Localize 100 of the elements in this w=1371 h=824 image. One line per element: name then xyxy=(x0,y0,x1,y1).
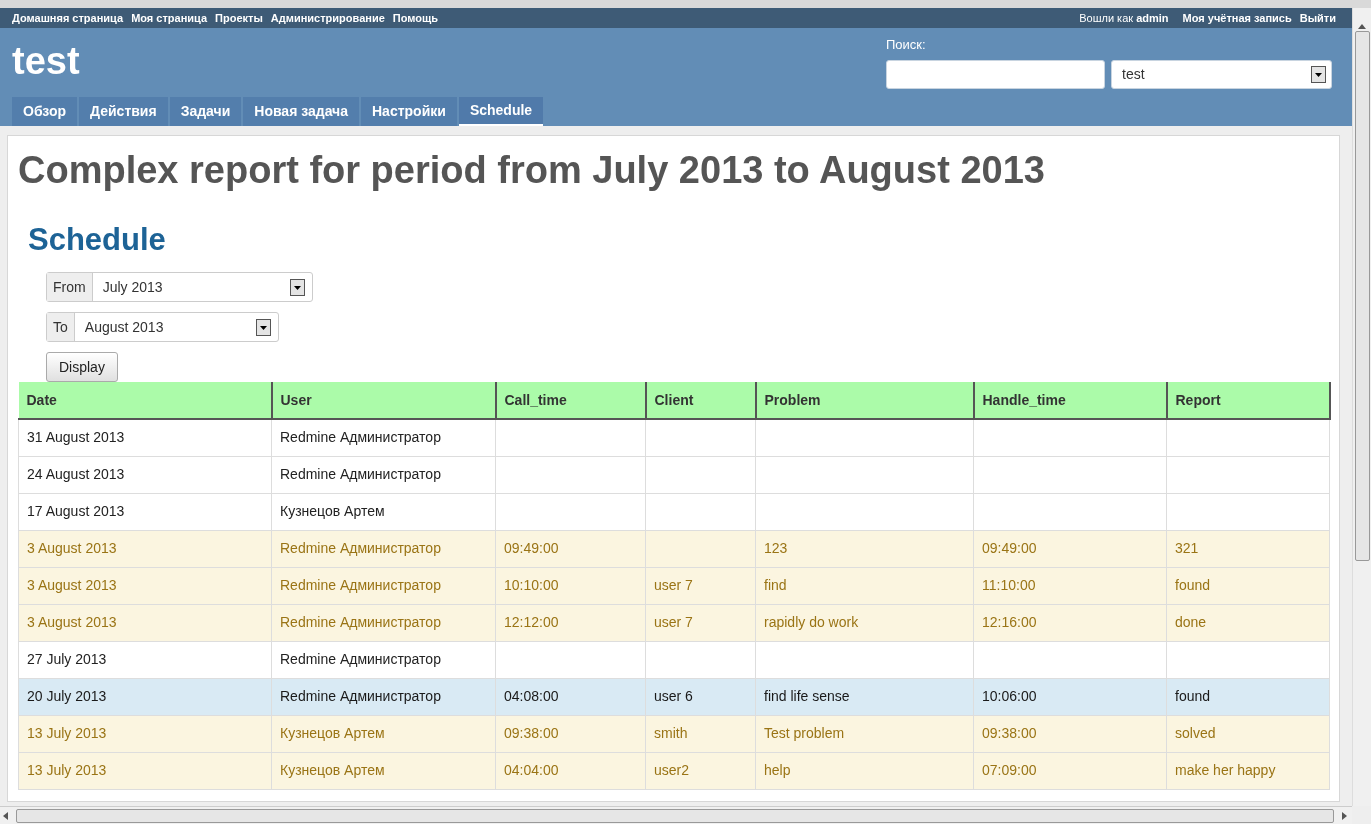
column-header[interactable]: Call_time xyxy=(495,382,646,419)
top-menu-link[interactable]: Домашняя страница xyxy=(12,9,124,27)
table-cell: 3 August 2013 xyxy=(18,567,272,604)
table-cell: 27 July 2013 xyxy=(18,641,272,678)
table-cell: 12:12:00 xyxy=(495,604,646,641)
month-dropdown[interactable]: To August 2013 xyxy=(46,312,279,342)
table-cell: Redmine Администратор xyxy=(271,641,496,678)
filter-value: August 2013 xyxy=(84,317,164,337)
table-row[interactable]: 24 August 2013 Redmine Администратор xyxy=(18,456,1330,493)
table-cell: 321 xyxy=(1166,530,1330,567)
table-cell: 10:10:00 xyxy=(495,567,646,604)
table-cell: 09:49:00 xyxy=(495,530,646,567)
nav-tab[interactable]: Обзор xyxy=(12,97,78,126)
table-cell: 123 xyxy=(755,530,974,567)
table-cell: 04:08:00 xyxy=(495,678,646,715)
table-cell: user 7 xyxy=(645,567,756,604)
table-row[interactable]: 3 August 2013 Redmine Администратор 09:49:00 123 09:49:00 321 xyxy=(18,530,1330,567)
table-cell: find life sense xyxy=(755,678,974,715)
table-cell: Кузнецов Артем xyxy=(271,752,496,789)
table-cell: user 6 xyxy=(645,678,756,715)
search-field[interactable] xyxy=(886,59,1105,89)
table-cell: 09:38:00 xyxy=(495,715,646,752)
column-header[interactable]: Date xyxy=(18,382,272,419)
scroll-up-icon[interactable] xyxy=(1358,24,1366,29)
top-menu-link[interactable]: Помощь xyxy=(392,9,439,27)
column-header[interactable]: Problem xyxy=(755,382,974,419)
scrollbar-thumb[interactable] xyxy=(1354,31,1370,561)
scroll-right-icon[interactable] xyxy=(1342,811,1347,820)
account-link[interactable]: Выйти xyxy=(1299,9,1336,27)
nav-tab[interactable]: Настройки xyxy=(361,97,457,126)
column-header[interactable]: Handle_time xyxy=(973,382,1167,419)
table-cell: 11:10:00 xyxy=(973,567,1167,604)
table-cell: solved xyxy=(1166,715,1330,752)
table-cell: Кузнецов Артем xyxy=(271,715,496,752)
table-cell: 31 August 2013 xyxy=(18,419,272,456)
project-dropdown[interactable]: test xyxy=(1111,59,1332,89)
table-cell: 20 July 2013 xyxy=(18,678,272,715)
top-menu-link[interactable]: Моя страница xyxy=(131,9,208,27)
table-cell: 12:16:00 xyxy=(973,604,1167,641)
table-cell: 07:09:00 xyxy=(973,752,1167,789)
table-cell: 3 August 2013 xyxy=(18,604,272,641)
table-cell: 13 July 2013 xyxy=(18,752,272,789)
section-title: Schedule xyxy=(28,222,167,258)
table-cell: user2 xyxy=(645,752,756,789)
table-row[interactable]: 20 July 2013 Redmine Администратор 04:08:00 user 6 find life sense 10:06:00 found xyxy=(18,678,1330,715)
table-cell: 3 August 2013 xyxy=(18,530,272,567)
table-cell: done xyxy=(1166,604,1330,641)
vertical-scrollbar[interactable] xyxy=(1352,8,1371,806)
table-cell: Test problem xyxy=(755,715,974,752)
table-cell: found xyxy=(1166,567,1330,604)
table-cell: user 7 xyxy=(645,604,756,641)
nav-tab[interactable]: Действия xyxy=(79,97,168,126)
scroll-left-icon[interactable] xyxy=(3,811,8,820)
project-title: test xyxy=(12,42,80,84)
table-row[interactable]: 3 August 2013 Redmine Администратор 10:10:00 user 7 find 11:10:00 found xyxy=(18,567,1330,604)
table-cell: Redmine Администратор xyxy=(271,419,496,456)
table-cell: Redmine Администратор xyxy=(271,678,496,715)
table-cell: Redmine Администратор xyxy=(271,604,496,641)
display-button[interactable]: Display xyxy=(46,352,118,382)
month-dropdown[interactable]: From July 2013 xyxy=(46,272,313,302)
nav-tab[interactable]: Новая задача xyxy=(243,97,359,126)
table-cell: Redmine Администратор xyxy=(271,530,496,567)
table-row[interactable]: 3 August 2013 Redmine Администратор 12:12:00 user 7 rapidly do work 12:16:00 done xyxy=(18,604,1330,641)
search-label: Поиск: xyxy=(886,36,927,54)
table-cell: 24 August 2013 xyxy=(18,456,272,493)
table-cell: find xyxy=(755,567,974,604)
table-cell: Кузнецов Артем xyxy=(271,493,496,530)
table-cell: Redmine Администратор xyxy=(271,456,496,493)
top-menu-link[interactable]: Проекты xyxy=(215,9,263,27)
nav-tab[interactable]: Schedule xyxy=(458,97,544,126)
table-row[interactable]: 31 August 2013 Redmine Администратор xyxy=(18,419,1330,456)
nav-tab[interactable]: Задачи xyxy=(169,97,242,126)
table-row[interactable]: 17 August 2013 Кузнецов Артем xyxy=(18,493,1330,530)
horizontal-scrollbar[interactable] xyxy=(0,806,1352,824)
table-cell: smith xyxy=(645,715,756,752)
table-cell: help xyxy=(755,752,974,789)
logged-in-text: Вошли как admin xyxy=(1079,10,1169,26)
table-cell: found xyxy=(1166,678,1330,715)
table-cell: 17 August 2013 xyxy=(18,493,272,530)
table-cell: 13 July 2013 xyxy=(18,715,272,752)
table-row[interactable]: 13 July 2013 Кузнецов Артем 09:38:00 smith Test problem 09:38:00 solved xyxy=(18,715,1330,752)
table-cell: make her happy xyxy=(1166,752,1330,789)
table-cell: 04:04:00 xyxy=(495,752,646,789)
account-link[interactable]: Моя учётная запись xyxy=(1182,9,1292,27)
table-row[interactable]: 27 July 2013 Redmine Администратор xyxy=(18,641,1330,678)
column-header[interactable]: Client xyxy=(645,382,756,419)
top-menu-link[interactable]: Администрирование xyxy=(270,9,385,27)
filter-label: To xyxy=(47,313,75,341)
filter-label: From xyxy=(47,273,93,301)
table-row[interactable]: 13 July 2013 Кузнецов Артем 04:04:00 user2 help 07:09:00 make her happy xyxy=(18,752,1330,789)
scrollbar-thumb[interactable] xyxy=(16,808,1334,823)
page-title: Complex report for period from July 2013 to August 2013 xyxy=(18,148,1046,192)
table-cell: rapidly do work xyxy=(755,604,974,641)
table-cell: 10:06:00 xyxy=(973,678,1167,715)
column-header[interactable]: Report xyxy=(1166,382,1330,419)
table-cell: 09:49:00 xyxy=(973,530,1167,567)
table-cell: Redmine Администратор xyxy=(271,567,496,604)
table-cell: 09:38:00 xyxy=(973,715,1167,752)
column-header[interactable]: User xyxy=(271,382,496,419)
filter-value: July 2013 xyxy=(102,277,163,297)
